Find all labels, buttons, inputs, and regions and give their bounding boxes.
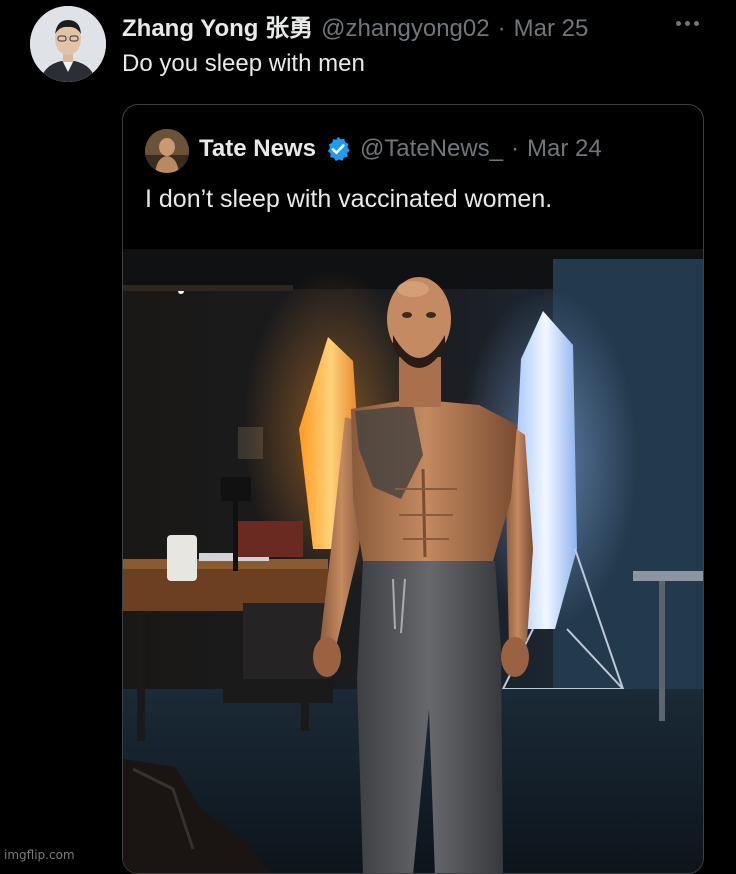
quoted-tweet-text: I don’t sleep with vaccinated women. [145,185,553,213]
ellipsis-dot [694,20,699,26]
tweet-date[interactable]: Mar 25 [514,15,589,43]
quoted-tweet-header: Tate News @TateNews_ · Mar 24 [199,135,602,163]
imgflip-watermark: imgflip.com [4,848,75,862]
separator-dot: · [511,135,520,162]
quoted-author-avatar[interactable] [145,129,189,173]
separator-dot: · [497,15,506,42]
verified-badge-icon [327,136,350,162]
author-display-name[interactable]: Zhang Yong 张勇 [122,8,313,43]
ellipsis-icon[interactable] [676,16,704,30]
quoted-avatar-photo [145,129,189,173]
tweet-header: Zhang Yong 张勇 @zhangyong02 · Mar 25 [122,8,588,42]
quoted-tweet-date[interactable]: Mar 24 [527,135,602,163]
author-handle[interactable]: @zhangyong02 [321,15,490,43]
tweet-text: Do you sleep with men [122,50,365,77]
ellipsis-dot [685,20,690,26]
quoted-handle[interactable]: @TateNews_ [360,135,503,163]
quoted-display-name[interactable]: Tate News [199,135,316,163]
quoted-tweet-card[interactable]: Tate News @TateNews_ · Mar 24 I don’t sl… [122,104,704,874]
quoted-tweet-photo[interactable] [123,249,704,874]
author-avatar[interactable] [30,6,106,82]
ellipsis-dot [676,20,681,26]
author-avatar-photo [30,6,106,82]
